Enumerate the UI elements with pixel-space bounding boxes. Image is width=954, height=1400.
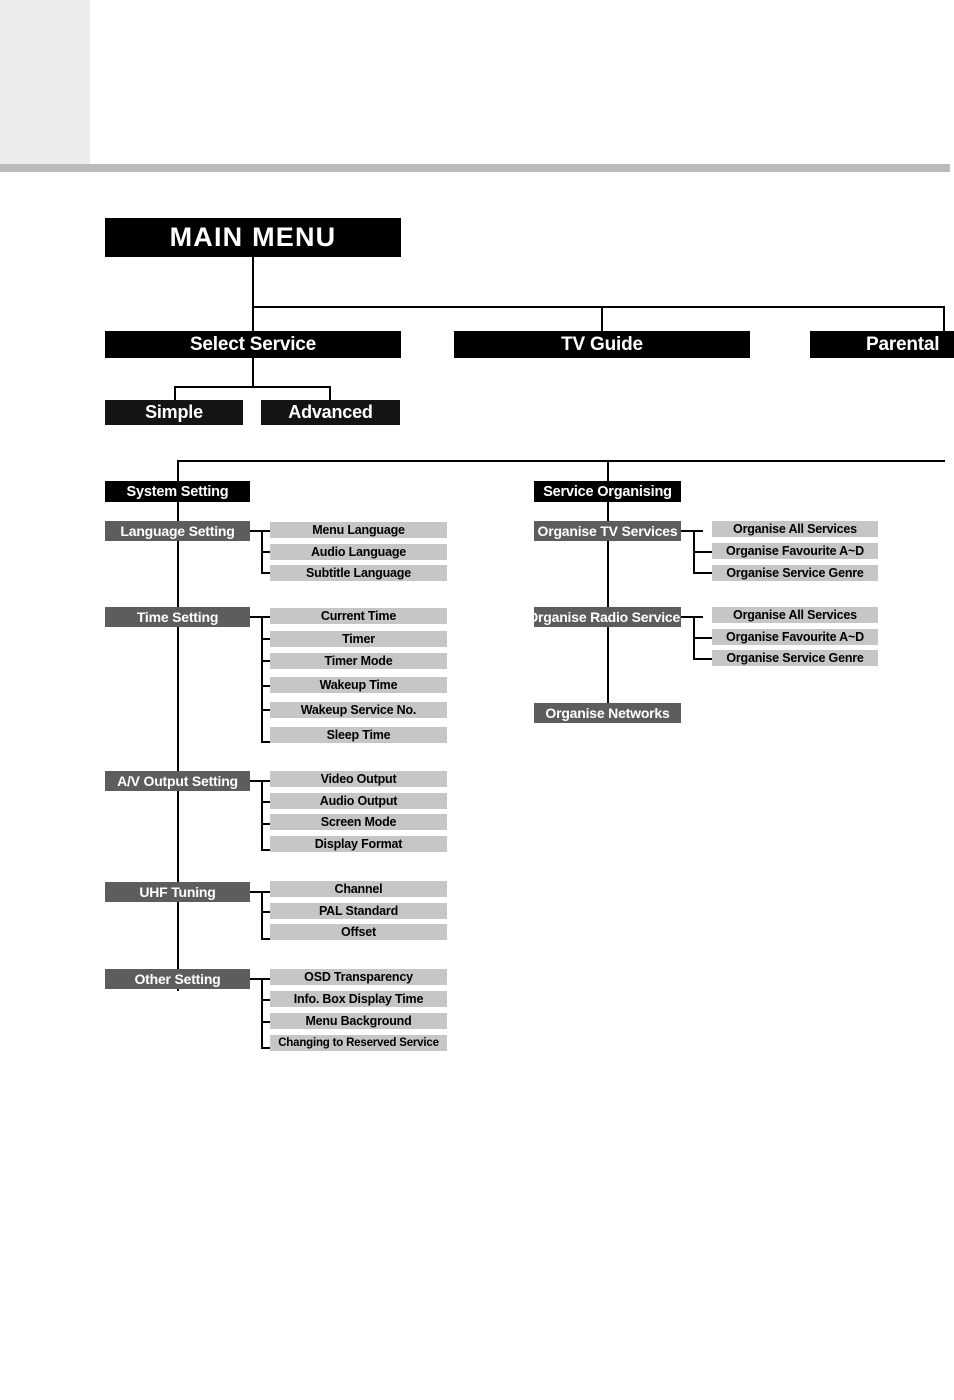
- connector-tick-advanced: [329, 386, 331, 401]
- node-other-setting[interactable]: Other Setting: [105, 969, 250, 989]
- node-parental[interactable]: Parental: [810, 331, 954, 358]
- connector-leaf-tick: [261, 911, 270, 913]
- leaf-offset[interactable]: Offset: [270, 924, 447, 940]
- node-system-setting[interactable]: System Setting: [105, 481, 250, 502]
- connector-leaf-tick: [693, 572, 712, 574]
- leaf-osd-transparency[interactable]: OSD Transparency: [270, 969, 447, 985]
- leaf-pal-standard[interactable]: PAL Standard: [270, 903, 447, 919]
- node-time-setting[interactable]: Time Setting: [105, 607, 250, 627]
- connector-leaf-tick: [261, 938, 270, 940]
- connector-system-setting-spine: [177, 502, 179, 991]
- connector-other-setting-link: [250, 978, 270, 980]
- connector-language-setting-link: [250, 530, 270, 532]
- connector-leaf-tick: [693, 551, 712, 553]
- leaf-radio-organise-favourite[interactable]: Organise Favourite A~D: [712, 629, 878, 645]
- connector-leaf-tick: [261, 638, 270, 640]
- connector-other-setting-rail: [261, 978, 263, 1048]
- connector-leaf-tick: [261, 572, 270, 574]
- connector-time-setting-link: [250, 616, 270, 618]
- connector-leaf-tick: [261, 1021, 270, 1023]
- leaf-timer-mode[interactable]: Timer Mode: [270, 653, 447, 669]
- leaf-wakeup-time[interactable]: Wakeup Time: [270, 677, 447, 693]
- connector-level1-bus: [252, 306, 945, 308]
- header-divider-rule: [0, 164, 950, 172]
- leaf-tv-organise-service-genre[interactable]: Organise Service Genre: [712, 565, 878, 581]
- leaf-video-output[interactable]: Video Output: [270, 771, 447, 787]
- node-organise-networks[interactable]: Organise Networks: [534, 703, 681, 723]
- connector-leaf-tick: [261, 1047, 270, 1049]
- node-uhf-tuning[interactable]: UHF Tuning: [105, 882, 250, 902]
- node-simple[interactable]: Simple: [105, 400, 243, 425]
- connector-select-service-stem: [252, 358, 254, 388]
- connector-leaf-tick: [261, 660, 270, 662]
- connector-uhf-tuning-rail: [261, 891, 263, 939]
- leaf-current-time[interactable]: Current Time: [270, 608, 447, 624]
- leaf-menu-background[interactable]: Menu Background: [270, 1013, 447, 1029]
- node-select-service[interactable]: Select Service: [105, 331, 401, 358]
- connector-uhf-tuning-link: [250, 891, 270, 893]
- leaf-changing-to-reserved-service[interactable]: Changing to Reserved Service: [270, 1035, 447, 1051]
- connector-tick-system-setting: [177, 460, 179, 483]
- leaf-timer[interactable]: Timer: [270, 631, 447, 647]
- connector-leaf-tick: [261, 741, 270, 743]
- leaf-tv-organise-favourite[interactable]: Organise Favourite A~D: [712, 543, 878, 559]
- node-av-output-setting[interactable]: A/V Output Setting: [105, 771, 250, 791]
- connector-leaf-tick: [261, 823, 270, 825]
- leaf-wakeup-service-no[interactable]: Wakeup Service No.: [270, 702, 447, 718]
- node-organise-radio-services[interactable]: Organise Radio Services: [527, 607, 688, 627]
- connector-tick-service-organising: [607, 460, 609, 483]
- connector-leaf-tick: [261, 999, 270, 1001]
- connector-leaf-tick: [693, 637, 712, 639]
- leaf-menu-language[interactable]: Menu Language: [270, 522, 447, 538]
- leaf-tv-organise-all-services[interactable]: Organise All Services: [712, 521, 878, 537]
- leaf-radio-organise-all-services[interactable]: Organise All Services: [712, 607, 878, 623]
- connector-leaf-tick: [261, 709, 270, 711]
- connector-leaf-tick: [261, 685, 270, 687]
- node-service-organising[interactable]: Service Organising: [534, 481, 681, 502]
- connector-leaf-tick: [261, 849, 270, 851]
- connector-leaf-tick: [261, 801, 270, 803]
- connector-leaf-tick: [261, 551, 270, 553]
- connector-av-output-rail: [261, 780, 263, 850]
- connector-tick-simple: [174, 386, 176, 401]
- connector-select-service-bus: [174, 386, 331, 388]
- page-corner-block: [0, 0, 90, 164]
- connector-tick-parental: [943, 306, 945, 332]
- connector-branch-bus: [177, 460, 945, 462]
- leaf-audio-output[interactable]: Audio Output: [270, 793, 447, 809]
- leaf-info-box-display-time[interactable]: Info. Box Display Time: [270, 991, 447, 1007]
- connector-leaf-tick: [693, 658, 712, 660]
- menu-tree-diagram: MAIN MENU Select Service TV Guide Parent…: [0, 0, 954, 1400]
- node-tv-guide[interactable]: TV Guide: [454, 331, 750, 358]
- connector-organise-radio-link: [681, 616, 703, 618]
- connector-av-output-link: [250, 780, 270, 782]
- leaf-channel[interactable]: Channel: [270, 881, 447, 897]
- node-language-setting[interactable]: Language Setting: [105, 521, 250, 541]
- leaf-display-format[interactable]: Display Format: [270, 836, 447, 852]
- leaf-subtitle-language[interactable]: Subtitle Language: [270, 565, 447, 581]
- leaf-radio-organise-service-genre[interactable]: Organise Service Genre: [712, 650, 878, 666]
- leaf-audio-language[interactable]: Audio Language: [270, 544, 447, 560]
- connector-tick-select-service: [252, 306, 254, 332]
- node-advanced[interactable]: Advanced: [261, 400, 400, 425]
- connector-time-setting-rail: [261, 616, 263, 742]
- node-main-menu[interactable]: MAIN MENU: [105, 218, 401, 257]
- connector-tick-tv-guide: [601, 306, 603, 332]
- connector-organise-tv-link: [681, 530, 703, 532]
- node-organise-tv-services[interactable]: Organise TV Services: [534, 521, 681, 541]
- leaf-screen-mode[interactable]: Screen Mode: [270, 814, 447, 830]
- connector-root-stem: [252, 257, 254, 307]
- leaf-sleep-time[interactable]: Sleep Time: [270, 727, 447, 743]
